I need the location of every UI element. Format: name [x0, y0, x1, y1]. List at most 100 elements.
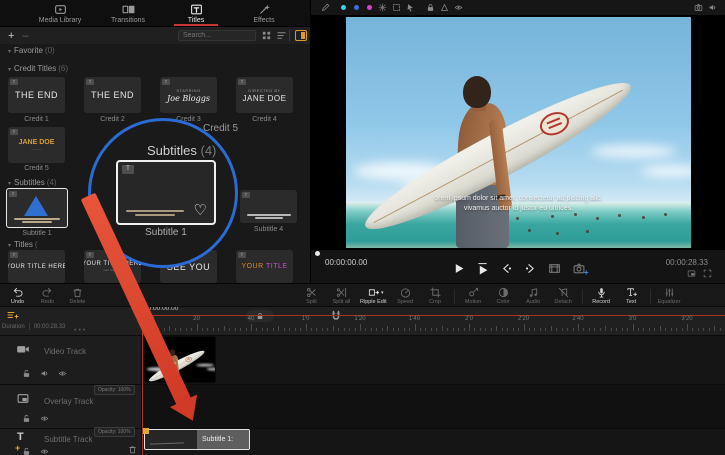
video-track-lane[interactable] — [142, 335, 725, 384]
title-thumb-4[interactable]: T YOUR TITLE — [236, 250, 293, 283]
title-thumb-1[interactable]: T YOUR TITLE HERE — [8, 250, 65, 283]
ruler-label: 1'40 — [409, 316, 420, 322]
ruler-tick — [246, 328, 247, 331]
cursor-icon[interactable] — [406, 3, 415, 12]
title-thumb-credit-3[interactable]: T STARRING Joe Bloggs — [160, 77, 217, 113]
overlay-track-lane[interactable] — [142, 384, 725, 428]
color-button[interactable]: Color — [490, 286, 517, 306]
split-button[interactable]: Split — [298, 286, 325, 306]
sort-icon[interactable] — [276, 30, 287, 41]
ruler-tick — [344, 328, 345, 331]
pen-tool-icon[interactable] — [321, 3, 330, 12]
lock-icon[interactable] — [22, 369, 31, 378]
mark-frame-icon[interactable] — [548, 262, 561, 275]
swimmer-dot — [195, 382, 196, 383]
color-dot-3[interactable] — [367, 5, 372, 10]
tab-transitions[interactable]: Transitions — [94, 0, 162, 26]
speaker-icon[interactable] — [40, 369, 49, 378]
subtitle-thumb-4[interactable]: T — [240, 190, 297, 223]
detach-window-icon[interactable] — [687, 269, 696, 278]
library-menu-button[interactable]: ‒ — [22, 31, 28, 41]
magnified-subtitles-header: Subtitles (4) — [147, 143, 216, 158]
library-tabs: Media LibraryTransitionsTitlesEffects — [0, 0, 310, 27]
tab-effects[interactable]: Effects — [230, 0, 298, 26]
lock-icon[interactable] — [22, 447, 31, 455]
title-thumb-credit-5[interactable]: T JANE DOE ───── — [8, 127, 65, 163]
text-button[interactable]: Text — [618, 286, 645, 306]
audio-button[interactable]: Audio — [520, 286, 547, 306]
snapshot-button[interactable]: + — [572, 262, 586, 275]
ruler-tick — [720, 328, 721, 331]
eye-icon[interactable] — [40, 447, 49, 455]
split-all-button[interactable]: Split all — [328, 286, 355, 306]
color-dot-1[interactable] — [341, 5, 346, 10]
tool-label: Undo — [11, 299, 24, 305]
grid-view-icon[interactable] — [261, 30, 272, 41]
motion-button[interactable]: Motion — [460, 286, 487, 306]
scissors-icon — [306, 287, 317, 298]
track-header-handle[interactable]: ••• — [74, 327, 87, 334]
equalizer-button[interactable]: Equalizer — [656, 286, 683, 306]
tool-label: Detach — [554, 299, 571, 305]
thumb-text-right: TITLE — [266, 263, 288, 270]
search-input[interactable] — [178, 30, 256, 41]
add-title-button[interactable]: + — [8, 31, 14, 41]
timeline-ruler[interactable]: 00:00:00.00 › 20401'01'201'402'02'202'40… — [142, 307, 725, 335]
ruler-label: 2'40 — [572, 316, 583, 322]
tool-label: Record — [592, 299, 610, 305]
play-button[interactable] — [452, 262, 465, 275]
add-track-icon[interactable] — [5, 310, 20, 322]
select-region-icon[interactable] — [392, 3, 401, 12]
color-dot-2[interactable] — [354, 5, 359, 10]
transform-icon[interactable] — [378, 3, 387, 12]
title-thumb-credit-2[interactable]: T THE END — [84, 77, 141, 113]
detach-button[interactable]: Detach — [550, 286, 577, 306]
panel-toggle-icon[interactable] — [295, 30, 307, 41]
undo-button[interactable]: Undo — [4, 286, 31, 306]
preview-canvas[interactable]: orem ipsum dolor sit amet, consectetur a… — [311, 15, 725, 250]
previous-frame-button[interactable] — [500, 262, 513, 275]
ruler-tick — [671, 328, 672, 331]
eye-icon[interactable] — [40, 414, 49, 423]
magnified-subtitle-thumb[interactable]: T ♡ — [116, 160, 216, 225]
speed-button[interactable]: Speed — [392, 286, 419, 306]
preview-video-frame: orem ipsum dolor sit amet, consectetur a… — [346, 17, 691, 248]
trash-icon[interactable] — [128, 445, 137, 454]
lock-icon[interactable] — [22, 414, 31, 423]
eye-icon[interactable] — [454, 3, 463, 12]
lock-icon[interactable] — [426, 3, 435, 12]
speaker-icon[interactable] — [708, 3, 717, 12]
add-caption-button[interactable]: + — [15, 443, 20, 453]
title-thumb-credit-4[interactable]: T DIRECTED BY JANE DOE — [236, 77, 293, 113]
title-badge-icon: T — [122, 165, 134, 174]
ruler-tick — [709, 328, 710, 331]
next-frame-button[interactable] — [524, 262, 537, 275]
favorite-heart-icon[interactable]: ♡ — [194, 204, 207, 218]
tab-media-library[interactable]: Media Library — [26, 0, 94, 26]
section-titles[interactable]: ▾Titles( — [8, 240, 38, 249]
ruler-tick — [703, 328, 704, 331]
crop-button[interactable]: Crop — [422, 286, 449, 306]
section-credit-titles[interactable]: ▾Credit Titles(6) — [8, 64, 68, 73]
snapshot-plus-badge: + — [584, 269, 589, 277]
ripple-edit-button[interactable]: Ripple Edit▾ — [358, 286, 389, 306]
record-button[interactable]: Record — [588, 286, 615, 306]
subtitle-clip[interactable]: Subtitle 1: — [144, 429, 250, 450]
eye-icon[interactable] — [58, 369, 67, 378]
mask-icon[interactable] — [440, 3, 449, 12]
tab-titles[interactable]: Titles — [162, 0, 230, 26]
play-fullscreen-button[interactable] — [476, 262, 489, 275]
overlay-opacity-control[interactable]: Opacity: 100% — [94, 385, 135, 395]
section-subtitles[interactable]: ▾Subtitles(4) — [8, 178, 56, 187]
delete-button[interactable]: Delete — [64, 286, 91, 306]
logo-line — [548, 122, 562, 129]
redo-button[interactable]: Redo — [34, 286, 61, 306]
ruler-tick — [442, 326, 443, 331]
ruler-label: 40 — [248, 316, 255, 322]
ruler-tick — [474, 328, 475, 331]
snapshot-camera-icon[interactable] — [694, 3, 703, 12]
fullscreen-icon[interactable] — [703, 269, 712, 278]
subtitle-opacity-control[interactable]: Opacity: 100% — [94, 427, 135, 437]
section-favorite[interactable]: ▾Favorite(0) — [8, 46, 55, 55]
title-thumb-credit-1[interactable]: T THE END — [8, 77, 65, 113]
